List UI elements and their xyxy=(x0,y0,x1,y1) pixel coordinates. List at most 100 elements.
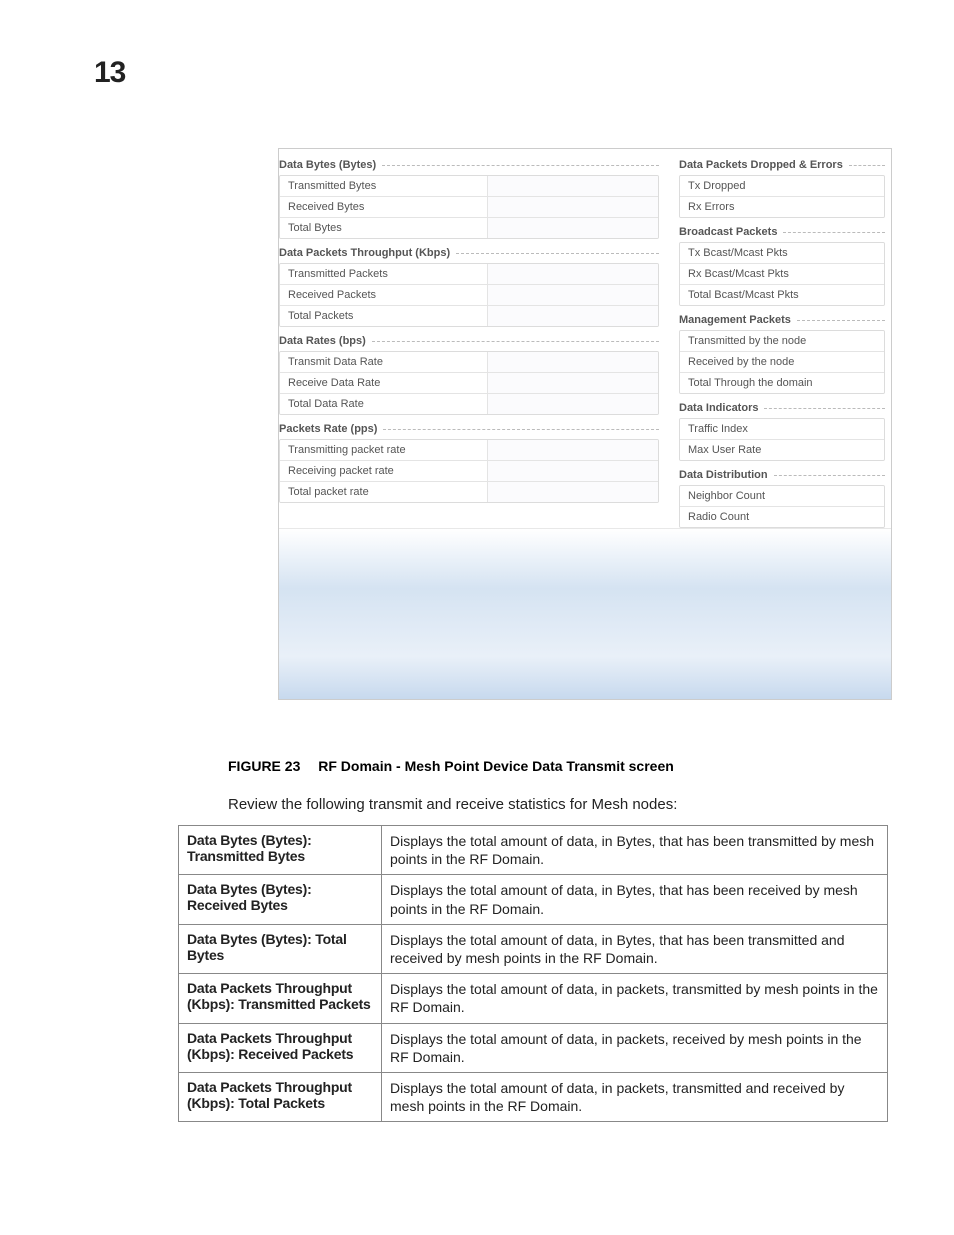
figure-label: FIGURE 23 xyxy=(228,758,300,774)
gradient-footer xyxy=(279,528,891,699)
dash-line xyxy=(783,232,885,233)
dash-line xyxy=(849,165,885,166)
stat-row: Rx Bcast/Mcast Pkts xyxy=(680,263,884,284)
stat-value xyxy=(488,306,658,326)
stat-grid: Transmit Data RateReceive Data RateTotal… xyxy=(279,351,659,415)
stat-value xyxy=(488,482,658,502)
stat-grid: Transmitting packet rateReceiving packet… xyxy=(279,439,659,503)
section-title: Data Packets Dropped & Errors xyxy=(679,159,843,171)
section-title: Data Distribution xyxy=(679,469,768,481)
stat-label: Total packet rate xyxy=(280,482,488,502)
section-title: Packets Rate (pps) xyxy=(279,423,377,435)
stat-grid: Transmitted by the nodeReceived by the n… xyxy=(679,330,885,394)
definition-desc: Displays the total amount of data, in pa… xyxy=(382,1023,888,1072)
page-number: 13 xyxy=(94,56,125,90)
stat-value xyxy=(488,197,658,217)
stat-row: Total Packets xyxy=(280,305,658,326)
definition-desc: Displays the total amount of data, in By… xyxy=(382,826,888,875)
stat-row: Transmitted Bytes xyxy=(280,176,658,196)
stat-label: Transmitted Packets xyxy=(280,264,488,284)
section-header: Broadcast Packets xyxy=(679,226,885,238)
stat-label: Total Through the domain xyxy=(680,373,884,393)
section-header: Packets Rate (pps) xyxy=(279,423,659,435)
stat-row: Traffic Index xyxy=(680,419,884,439)
stat-row: Transmitting packet rate xyxy=(280,440,658,460)
definition-desc: Displays the total amount of data, in pa… xyxy=(382,974,888,1023)
dash-line xyxy=(774,475,885,476)
stat-label: Received Packets xyxy=(280,285,488,305)
stat-label: Rx Bcast/Mcast Pkts xyxy=(680,264,884,284)
stat-value xyxy=(488,440,658,460)
dash-line xyxy=(456,253,659,254)
stat-row: Radio Count xyxy=(680,506,884,527)
stat-grid: Neighbor CountRadio Count xyxy=(679,485,885,528)
stat-row: Received by the node xyxy=(680,351,884,372)
definition-term: Data Packets Throughput (Kbps): Total Pa… xyxy=(179,1072,382,1121)
stat-row: Transmitted by the node xyxy=(680,331,884,351)
table-row: Data Bytes (Bytes): Transmitted BytesDis… xyxy=(179,826,888,875)
section-header: Data Distribution xyxy=(679,469,885,481)
stat-value xyxy=(488,394,658,414)
stat-label: Neighbor Count xyxy=(680,486,884,506)
section-title: Data Rates (bps) xyxy=(279,335,366,347)
stat-row: Total packet rate xyxy=(280,481,658,502)
stat-label: Total Bcast/Mcast Pkts xyxy=(680,285,884,305)
section-title: Management Packets xyxy=(679,314,791,326)
section-title: Data Packets Throughput (Kbps) xyxy=(279,247,450,259)
definitions-table: Data Bytes (Bytes): Transmitted BytesDis… xyxy=(178,825,888,1122)
table-row: Data Packets Throughput (Kbps): Total Pa… xyxy=(179,1072,888,1121)
section-header: Data Indicators xyxy=(679,402,885,414)
stat-row: Transmit Data Rate xyxy=(280,352,658,372)
stat-label: Total Bytes xyxy=(280,218,488,238)
stat-row: Total Bytes xyxy=(280,217,658,238)
figure-screenshot: Data Bytes (Bytes)Transmitted BytesRecei… xyxy=(278,148,892,700)
definition-desc: Displays the total amount of data, in By… xyxy=(382,875,888,924)
stat-row: Max User Rate xyxy=(680,439,884,460)
stat-row: Transmitted Packets xyxy=(280,264,658,284)
stat-value xyxy=(488,285,658,305)
review-text: Review the following transmit and receiv… xyxy=(228,796,677,813)
table-row: Data Packets Throughput (Kbps): Received… xyxy=(179,1023,888,1072)
stat-value xyxy=(488,218,658,238)
stat-row: Receiving packet rate xyxy=(280,460,658,481)
stat-row: Neighbor Count xyxy=(680,486,884,506)
section-header: Data Rates (bps) xyxy=(279,335,659,347)
stat-label: Traffic Index xyxy=(680,419,884,439)
stat-value xyxy=(488,176,658,196)
section-title: Data Bytes (Bytes) xyxy=(279,159,376,171)
stat-label: Total Packets xyxy=(280,306,488,326)
stat-label: Total Data Rate xyxy=(280,394,488,414)
definition-term: Data Bytes (Bytes): Received Bytes xyxy=(179,875,382,924)
stat-value xyxy=(488,373,658,393)
stat-grid: Tx DroppedRx Errors xyxy=(679,175,885,218)
figure-caption: FIGURE 23 RF Domain - Mesh Point Device … xyxy=(228,758,674,774)
section-title: Data Indicators xyxy=(679,402,758,414)
figure-title: RF Domain - Mesh Point Device Data Trans… xyxy=(318,758,674,774)
stat-value xyxy=(488,264,658,284)
definition-term: Data Packets Throughput (Kbps): Transmit… xyxy=(179,974,382,1023)
stat-value xyxy=(488,352,658,372)
definition-term: Data Bytes (Bytes): Total Bytes xyxy=(179,924,382,973)
stat-label: Transmitting packet rate xyxy=(280,440,488,460)
stat-label: Rx Errors xyxy=(680,197,884,217)
dash-line xyxy=(382,165,659,166)
table-row: Data Packets Throughput (Kbps): Transmit… xyxy=(179,974,888,1023)
stat-grid: Traffic IndexMax User Rate xyxy=(679,418,885,461)
dash-line xyxy=(764,408,885,409)
stat-label: Received by the node xyxy=(680,352,884,372)
stat-label: Tx Bcast/Mcast Pkts xyxy=(680,243,884,263)
section-header: Data Bytes (Bytes) xyxy=(279,159,659,171)
definition-term: Data Packets Throughput (Kbps): Received… xyxy=(179,1023,382,1072)
stat-row: Tx Dropped xyxy=(680,176,884,196)
definition-desc: Displays the total amount of data, in pa… xyxy=(382,1072,888,1121)
stat-row: Received Bytes xyxy=(280,196,658,217)
section-header: Data Packets Throughput (Kbps) xyxy=(279,247,659,259)
stat-grid: Transmitted BytesReceived BytesTotal Byt… xyxy=(279,175,659,239)
stat-label: Tx Dropped xyxy=(680,176,884,196)
stat-row: Received Packets xyxy=(280,284,658,305)
stat-label: Transmitted by the node xyxy=(680,331,884,351)
dash-line xyxy=(797,320,885,321)
table-row: Data Bytes (Bytes): Total BytesDisplays … xyxy=(179,924,888,973)
section-header: Data Packets Dropped & Errors xyxy=(679,159,885,171)
definition-desc: Displays the total amount of data, in By… xyxy=(382,924,888,973)
